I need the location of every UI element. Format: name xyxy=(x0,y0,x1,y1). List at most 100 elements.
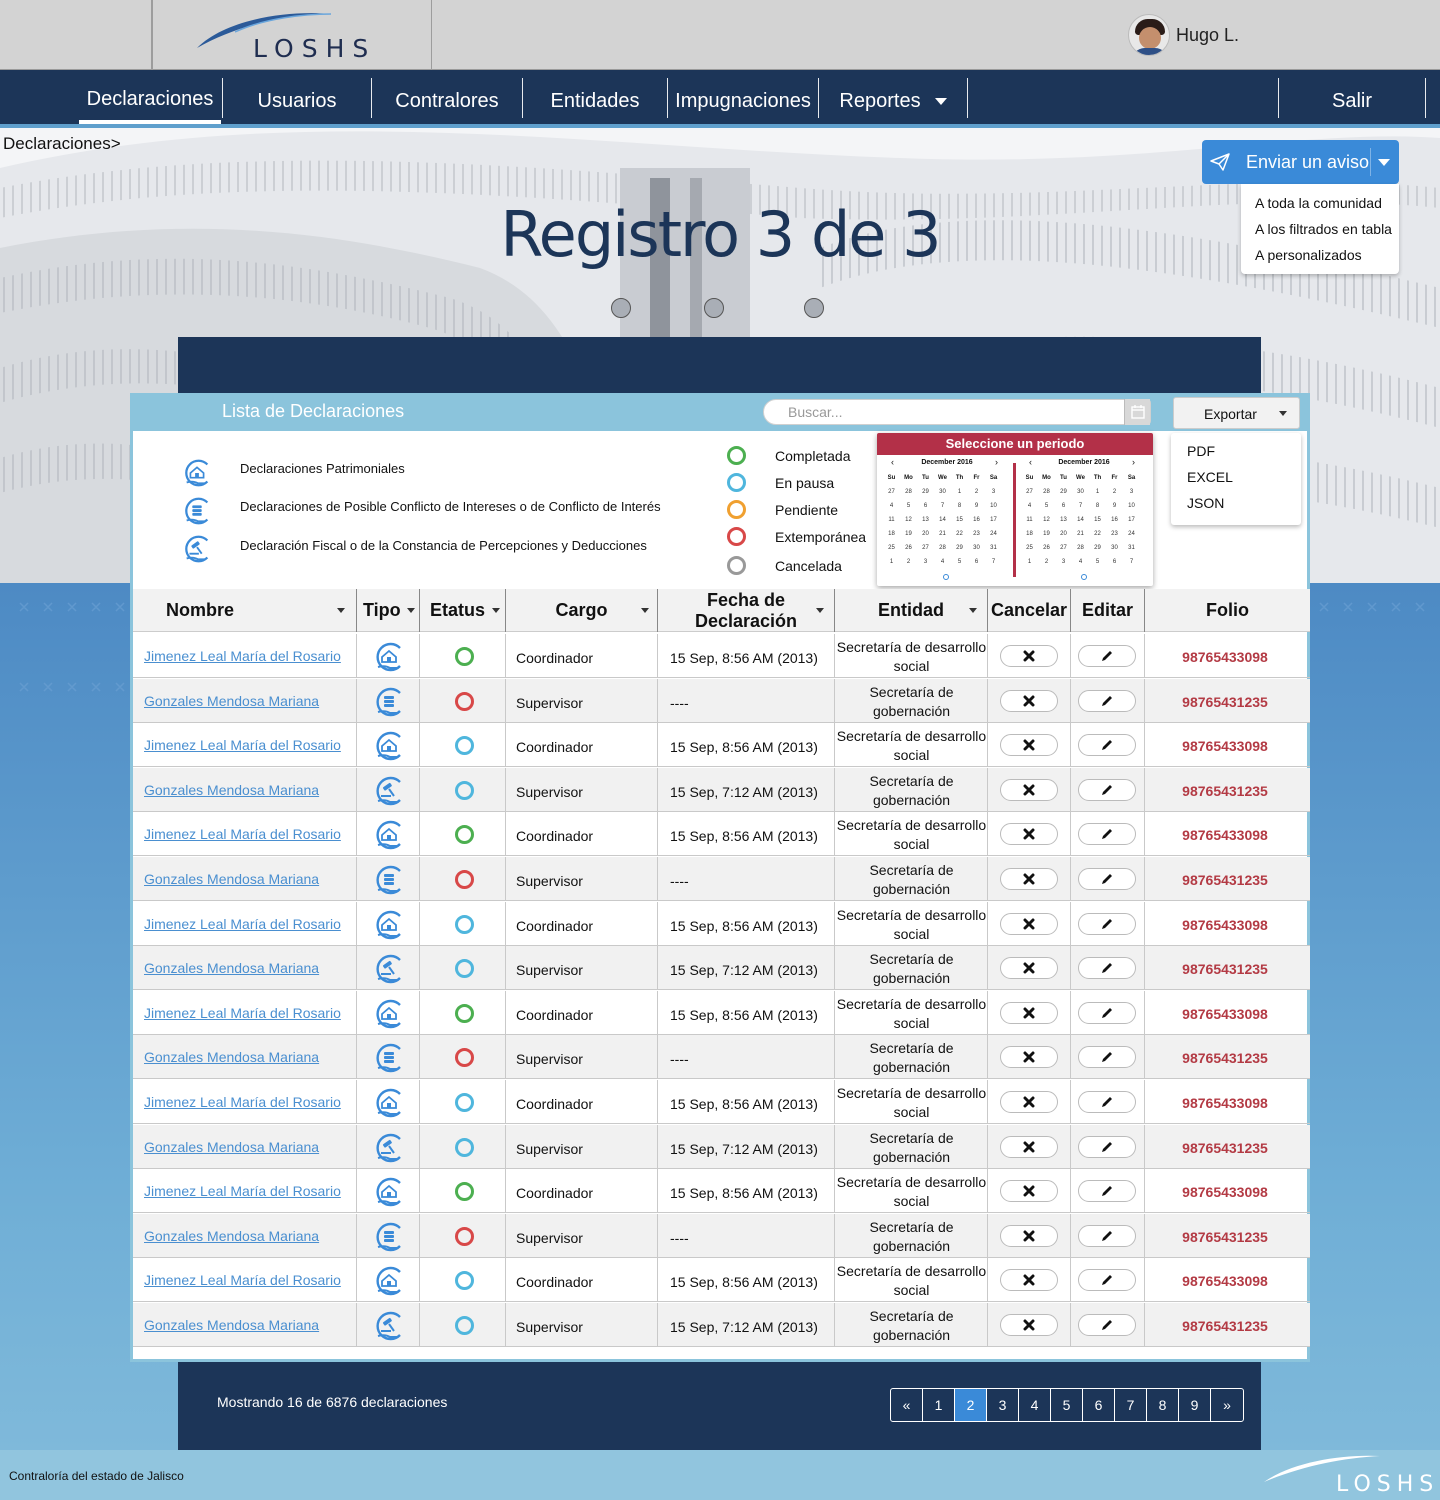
calendar-day[interactable]: 30 xyxy=(934,489,951,495)
calendar-day[interactable]: 22 xyxy=(951,531,968,537)
column-entidad[interactable]: Entidad xyxy=(835,589,988,632)
calendar-day[interactable]: 9 xyxy=(968,503,985,509)
carousel-dot-1[interactable] xyxy=(611,298,631,318)
nav-item-contralores[interactable]: Contralores xyxy=(372,78,522,124)
edit-button[interactable] xyxy=(1078,1135,1136,1158)
calendar-day[interactable]: 6 xyxy=(1106,559,1123,565)
calendar-day[interactable]: 27 xyxy=(1055,545,1072,551)
calendar-day[interactable]: 15 xyxy=(1089,517,1106,523)
edit-button[interactable] xyxy=(1078,823,1136,846)
calendar-day[interactable]: 21 xyxy=(1072,531,1089,537)
declarant-name-link[interactable]: Jimenez Leal María del Rosario xyxy=(144,1272,341,1288)
declarant-name-link[interactable]: Jimenez Leal María del Rosario xyxy=(144,826,341,842)
cancel-button[interactable] xyxy=(1000,1091,1058,1113)
column-fecha[interactable]: Fecha de Declaración xyxy=(658,589,835,632)
calendar-day[interactable]: 25 xyxy=(883,545,900,551)
calendar-day[interactable]: 28 xyxy=(1038,489,1055,495)
user-menu[interactable]: Hugo L. xyxy=(1128,14,1239,56)
calendar-day[interactable]: 11 xyxy=(883,517,900,523)
cancel-button[interactable] xyxy=(1000,778,1058,801)
logo[interactable]: LOSHS xyxy=(152,0,432,70)
sort-caret-icon[interactable] xyxy=(407,608,415,613)
declarant-name-link[interactable]: Jimenez Leal María del Rosario xyxy=(144,1005,341,1021)
pagination-page-button[interactable]: 8 xyxy=(1147,1389,1179,1421)
calendar-day[interactable]: 18 xyxy=(883,531,900,537)
calendar-day[interactable]: 6 xyxy=(968,559,985,565)
nav-item-declaraciones[interactable]: Declaraciones xyxy=(79,78,221,124)
edit-button[interactable] xyxy=(1078,957,1136,980)
calendar-day[interactable]: 2 xyxy=(1106,489,1123,495)
calendar-day[interactable]: 30 xyxy=(1072,489,1089,495)
edit-button[interactable] xyxy=(1078,1091,1136,1113)
avatar[interactable] xyxy=(1128,14,1170,56)
edit-button[interactable] xyxy=(1078,778,1136,801)
calendar-day[interactable]: 9 xyxy=(1106,503,1123,509)
calendar-day[interactable]: 1 xyxy=(951,489,968,495)
chevron-down-icon[interactable] xyxy=(1378,159,1390,166)
calendar-day[interactable]: 6 xyxy=(917,503,934,509)
pagination-prev-button[interactable]: « xyxy=(891,1389,923,1421)
declarant-name-link[interactable]: Jimenez Leal María del Rosario xyxy=(144,916,341,932)
menu-item-toda-comunidad[interactable]: A toda la comunidad xyxy=(1241,192,1399,218)
calendar-day[interactable]: 2 xyxy=(968,489,985,495)
edit-button[interactable] xyxy=(1078,1224,1136,1247)
calendar-day[interactable]: 13 xyxy=(1055,517,1072,523)
column-nombre[interactable]: Nombre xyxy=(133,589,357,632)
calendar-day[interactable]: 2 xyxy=(1038,559,1055,565)
calendar-day[interactable]: 4 xyxy=(934,559,951,565)
declarant-name-link[interactable]: Gonzales Mendosa Mariana xyxy=(144,1139,319,1155)
calendar-next-icon[interactable]: › xyxy=(995,457,998,467)
cancel-button[interactable] xyxy=(1000,1135,1058,1158)
pagination-page-button[interactable]: 3 xyxy=(987,1389,1019,1421)
calendar-day[interactable]: 31 xyxy=(1123,545,1140,551)
calendar-day[interactable]: 8 xyxy=(951,503,968,509)
cancel-button[interactable] xyxy=(1000,1046,1058,1069)
calendar-day[interactable]: 30 xyxy=(1106,545,1123,551)
cancel-button[interactable] xyxy=(1000,957,1058,980)
calendar-day[interactable]: 16 xyxy=(1106,517,1123,523)
column-tipo[interactable]: Tipo xyxy=(357,589,420,632)
declarant-name-link[interactable]: Jimenez Leal María del Rosario xyxy=(144,1183,341,1199)
edit-button[interactable] xyxy=(1078,689,1136,712)
declarant-name-link[interactable]: Gonzales Mendosa Mariana xyxy=(144,1049,319,1065)
calendar-day[interactable]: 26 xyxy=(1038,545,1055,551)
calendar-day[interactable]: 23 xyxy=(1106,531,1123,537)
pagination-page-button[interactable]: 9 xyxy=(1179,1389,1211,1421)
calendar-day[interactable]: 3 xyxy=(1123,489,1140,495)
cancel-button[interactable] xyxy=(1000,1269,1058,1292)
cancel-button[interactable] xyxy=(1000,1001,1058,1024)
edit-button[interactable] xyxy=(1078,868,1136,890)
calendar-day[interactable]: 29 xyxy=(917,489,934,495)
calendar-day[interactable]: 31 xyxy=(985,545,1002,551)
calendar-day[interactable]: 7 xyxy=(985,559,1002,565)
column-cargo[interactable]: Cargo xyxy=(506,589,658,632)
nav-item-salir[interactable]: Salir xyxy=(1279,78,1425,124)
calendar-day[interactable]: 22 xyxy=(1089,531,1106,537)
calendar-day[interactable]: 27 xyxy=(883,489,900,495)
calendar-day[interactable]: 23 xyxy=(968,531,985,537)
calendar-day[interactable]: 10 xyxy=(1123,503,1140,509)
calendar-day[interactable]: 15 xyxy=(951,517,968,523)
edit-button[interactable] xyxy=(1078,1046,1136,1069)
calendar-day[interactable]: 1 xyxy=(1021,559,1038,565)
calendar-day[interactable]: 7 xyxy=(1072,503,1089,509)
edit-button[interactable] xyxy=(1078,1314,1136,1336)
sort-caret-icon[interactable] xyxy=(641,608,649,613)
pagination-page-button[interactable]: 5 xyxy=(1051,1389,1083,1421)
declarant-name-link[interactable]: Gonzales Mendosa Mariana xyxy=(144,960,319,976)
calendar-day[interactable]: 5 xyxy=(951,559,968,565)
calendar-day[interactable]: 5 xyxy=(1089,559,1106,565)
search-input[interactable]: Buscar... xyxy=(763,399,1151,425)
calendar-day[interactable]: 17 xyxy=(985,517,1002,523)
send-notice-button[interactable]: Enviar un aviso xyxy=(1202,140,1399,184)
declarant-name-link[interactable]: Gonzales Mendosa Mariana xyxy=(144,1317,319,1333)
export-option-json[interactable]: JSON xyxy=(1171,495,1301,521)
cancel-button[interactable] xyxy=(1000,734,1058,757)
calendar-day[interactable]: 20 xyxy=(917,531,934,537)
calendar-day[interactable]: 27 xyxy=(1021,489,1038,495)
cancel-button[interactable] xyxy=(1000,912,1058,935)
pagination-page-button[interactable]: 4 xyxy=(1019,1389,1051,1421)
pagination-page-button[interactable]: 1 xyxy=(923,1389,955,1421)
column-etatus[interactable]: Etatus xyxy=(420,589,506,632)
calendar-day[interactable]: 28 xyxy=(1072,545,1089,551)
